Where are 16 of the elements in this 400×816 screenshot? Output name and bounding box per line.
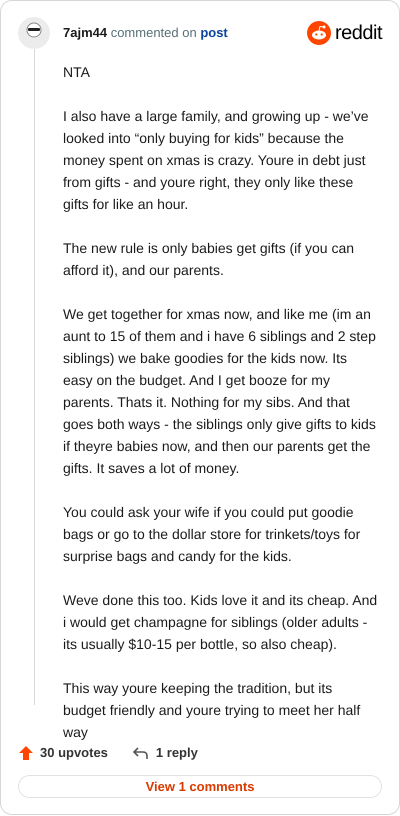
- comment-paragraph: The new rule is only babies get gifts (if you can afford it), and our parents.: [63, 239, 356, 280]
- reply-count: 1 reply: [156, 744, 198, 762]
- avatar-icon: [18, 17, 50, 49]
- comment-paragraph: This way youre keeping the tradition, but its budget friendly and youre trying to meet her half way: [63, 679, 362, 742]
- upvote-count: 30 upvotes: [40, 744, 108, 762]
- brand-name: reddit: [334, 21, 382, 46]
- comment-byline: 7ajm44 commented on post: [63, 24, 228, 42]
- comment-paragraph: We get together for xmas now, and like me (im an aunt to 15 of them and i have 6 siblings and 2 step siblings) we bake goodies for the kids now. Its easy on the budget. And I get booze for my parents. Thats it. Nothing for my sibs. And that goes both ways - the siblings only give gifts to kids if theyre babies now, and then our parents get the gifts. It saves a lot of money.: [63, 305, 377, 478]
- reddit-logo-icon: [306, 21, 331, 45]
- comment-paragraph: I also have a large family, and growing up - we’ve looked into “only buying for kids” because the money spent on xmas is crazy. Youre in debt just from gifts - and youre right, they only like these gifts for like an hour.: [63, 107, 370, 214]
- comment-paragraph: NTA: [63, 63, 91, 82]
- reply-icon[interactable]: [132, 744, 150, 761]
- view-comments-button[interactable]: View 1 comments: [18, 774, 382, 798]
- comment-paragraph: Weve done this too. Kids love it and its cheap. And i would get champagne for siblings (older adults - its usually $10-15 per bottle, so also cheap).: [63, 591, 378, 654]
- comment-paragraph: You could ask your wife if you could put goodie bags or go to the dollar store for trinkets/toys for surprise bags and candy for the kids.: [63, 503, 362, 566]
- upvote-icon[interactable]: [18, 744, 34, 761]
